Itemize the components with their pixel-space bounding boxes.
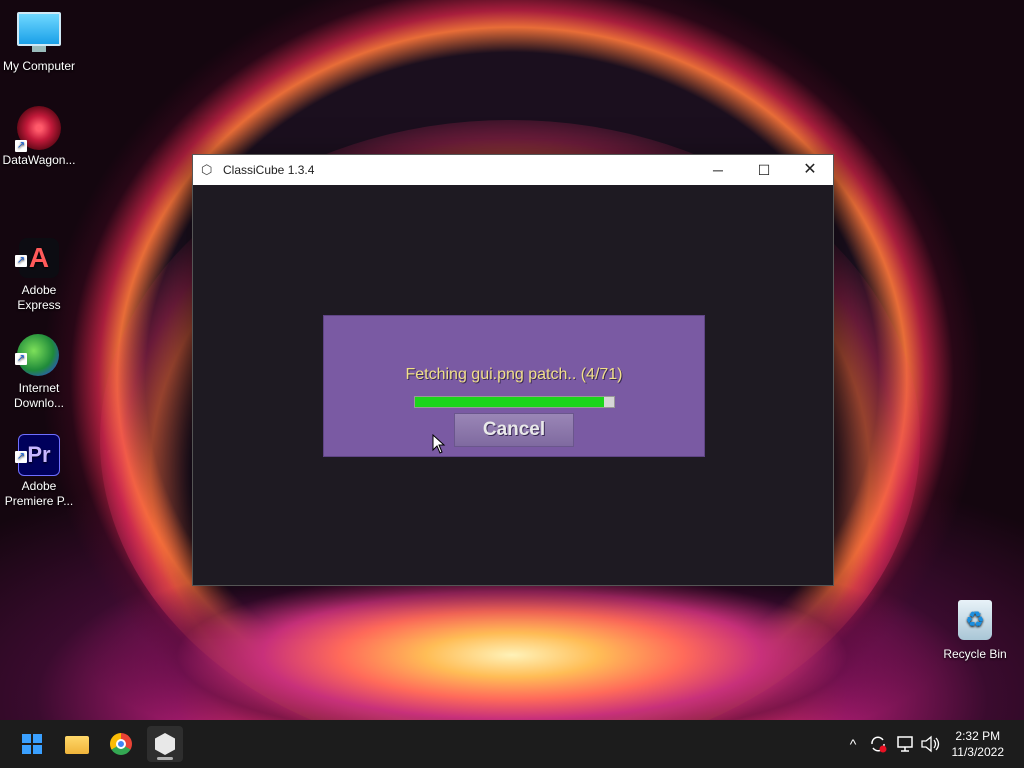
adobe-express-icon: A ↗ [15,221,61,278]
start-button[interactable] [14,726,50,762]
update-dialog: Fetching gui.png patch.. (4/71) Cancel [323,315,705,457]
taskbar-chrome[interactable] [103,726,139,762]
monitor-icon [17,12,61,56]
windows-logo-icon [22,734,42,754]
desktop-icon-label: Recycle Bin [943,647,1007,661]
desktop-icon-adobe-premiere[interactable]: Pr ↗ Adobe Premiere P... [0,402,78,524]
sync-icon[interactable] [868,734,888,754]
shortcut-arrow-icon: ↗ [15,140,27,152]
taskbar-file-explorer[interactable] [59,726,95,762]
window-title: ClassiCube 1.3.4 [223,163,315,177]
close-button[interactable]: ✕ [787,155,833,185]
shortcut-arrow-icon: ↗ [15,353,27,365]
progress-bar [414,396,615,408]
minimize-button[interactable]: ─ [695,155,741,185]
volume-icon[interactable] [920,734,942,754]
maximize-button[interactable]: ☐ [741,155,787,185]
clock-date: 11/3/2022 [951,745,1005,759]
folder-icon [65,736,89,754]
window-titlebar[interactable]: ⬡ ClassiCube 1.3.4 ─ ☐ ✕ [193,155,833,185]
mouse-cursor-icon [432,434,446,454]
active-indicator [157,757,173,760]
show-hidden-icons-button[interactable]: ^ [842,720,864,768]
clock-time: 2:32 PM [955,729,1001,743]
desktop-icon-label: DataWagon... [2,153,76,167]
chrome-icon [110,733,132,755]
clock[interactable]: 2:32 PM 11/3/2022 [952,728,1005,760]
taskbar: ^ 2:32 PM 11/3/2022 [0,720,1024,768]
classicube-cube-icon [155,733,175,755]
desktop-icon-datawagon[interactable]: ↗ DataWagon... [0,106,78,168]
desktop-icon-recycle-bin[interactable]: ♻ Recycle Bin [936,598,1014,662]
taskbar-classicube[interactable] [147,726,183,762]
recycle-bin-icon: ♻ [953,600,997,644]
window-content: Fetching gui.png patch.. (4/71) Cancel [193,185,833,585]
shortcut-arrow-icon: ↗ [15,255,27,267]
network-icon[interactable] [896,734,916,754]
classicube-app-icon: ⬡ [201,162,213,177]
internet-download-manager-icon: ↗ [15,319,61,376]
shortcut-arrow-icon: ↗ [15,451,27,463]
desktop-icon-my-computer[interactable]: My Computer [0,10,78,74]
chevron-up-icon: ^ [849,736,857,752]
datawagon-icon: ↗ [15,106,61,152]
progress-fill [415,397,605,407]
premiere-pro-icon: Pr ↗ [15,417,61,476]
classicube-window: ⬡ ClassiCube 1.3.4 ─ ☐ ✕ Fetching gui.pn… [192,154,834,586]
cancel-button[interactable]: Cancel [454,413,574,447]
status-text: Fetching gui.png patch.. (4/71) [405,366,623,383]
desktop-icon-label: My Computer [2,59,76,73]
